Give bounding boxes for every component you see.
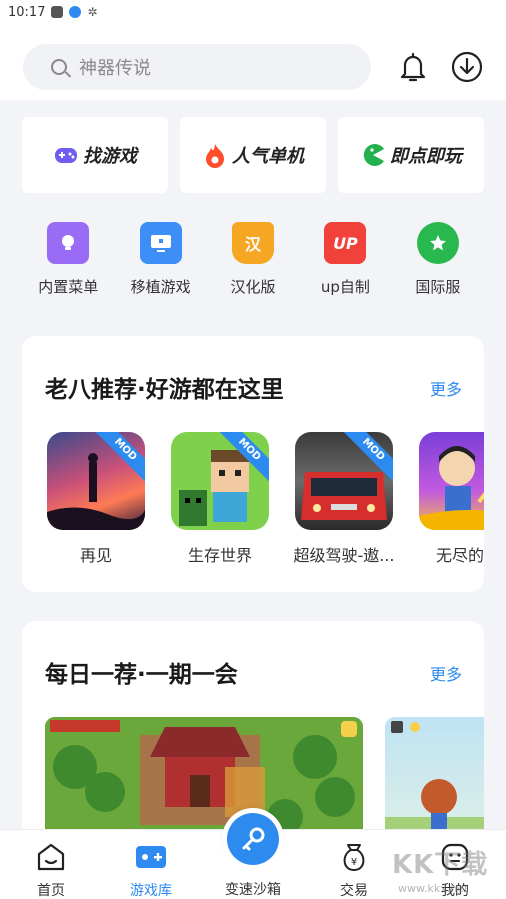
game-list: MOD 再见 MOD 生存世界 MOD 超级驾驶-遨... 无尽的生 bbox=[46, 432, 484, 566]
lightbulb-icon bbox=[47, 222, 90, 264]
up-icon: UP bbox=[324, 222, 367, 264]
quick-link-popular-offline[interactable]: 人气单机 bbox=[180, 117, 326, 193]
tab-home[interactable]: 首页 bbox=[11, 842, 91, 899]
category-international[interactable]: 国际服 bbox=[392, 222, 484, 297]
quick-link-find-games[interactable]: 找游戏 bbox=[22, 117, 168, 193]
home-icon bbox=[37, 843, 65, 871]
monitor-icon bbox=[139, 222, 182, 264]
game-thumbnail: MOD bbox=[47, 432, 145, 530]
tab-trade[interactable]: ¥ 交易 bbox=[314, 842, 394, 899]
game-item[interactable]: 无尽的生 bbox=[418, 432, 484, 566]
daily-banner[interactable] bbox=[45, 717, 363, 841]
gamepad-icon bbox=[55, 148, 77, 163]
search-icon bbox=[51, 59, 67, 75]
search-placeholder: 神器传说 bbox=[79, 58, 151, 79]
key-icon bbox=[227, 813, 279, 865]
bell-icon[interactable] bbox=[396, 50, 430, 84]
watermark-url: www.kkx.net bbox=[398, 882, 469, 895]
game-thumbnail bbox=[419, 432, 484, 530]
quick-links: 找游戏 人气单机 即点即玩 bbox=[22, 117, 484, 193]
status-bar: 10:17 ✲ bbox=[0, 0, 506, 24]
search-bar[interactable]: 神器传说 bbox=[23, 44, 371, 90]
game-library-icon bbox=[136, 846, 166, 868]
category-up-made[interactable]: UP up自制 bbox=[299, 222, 391, 297]
category-label: 移植游戏 bbox=[130, 278, 191, 296]
category-ported-games[interactable]: 移植游戏 bbox=[114, 222, 206, 297]
tab-label: 变速沙箱 bbox=[225, 882, 281, 898]
game-name: 无尽的生 bbox=[435, 546, 484, 565]
section-title: 老八推荐·好游都在这里 bbox=[45, 377, 284, 403]
gallery-notification-icon bbox=[51, 6, 64, 18]
game-thumbnail: MOD bbox=[295, 432, 393, 530]
section-title: 每日一荐·一期一会 bbox=[45, 662, 238, 688]
han-glyph: 汉 bbox=[245, 235, 262, 254]
flame-icon bbox=[206, 144, 224, 168]
more-link[interactable]: 更多 bbox=[430, 661, 462, 685]
tab-label: 交易 bbox=[340, 883, 368, 899]
header: 神器传说 bbox=[0, 24, 506, 100]
category-built-in-menu[interactable]: 内置菜单 bbox=[22, 222, 114, 297]
quick-link-label: 人气单机 bbox=[232, 146, 304, 167]
bug-notification-icon: ✲ bbox=[87, 5, 98, 19]
money-bag-icon: ¥ bbox=[343, 844, 365, 871]
game-name: 再见 bbox=[79, 546, 112, 565]
pacman-icon bbox=[363, 144, 384, 166]
daily-banner[interactable] bbox=[385, 717, 484, 841]
game-item[interactable]: MOD 再见 bbox=[46, 432, 146, 566]
quick-link-label: 即点即玩 bbox=[390, 146, 462, 167]
tab-game-library[interactable]: 游戏库 bbox=[111, 842, 191, 899]
category-label: up自制 bbox=[320, 278, 370, 296]
han-icon: 汉 bbox=[232, 222, 275, 264]
watermark-logo: KK下载 bbox=[392, 850, 489, 880]
game-name: 超级驾驶-遨... bbox=[293, 546, 395, 565]
svg-text:¥: ¥ bbox=[351, 857, 357, 868]
category-label: 内置菜单 bbox=[38, 278, 99, 296]
quick-link-instant-play[interactable]: 即点即玩 bbox=[338, 117, 484, 193]
tab-speed-sandbox[interactable] bbox=[222, 808, 284, 870]
tab-label: 游戏库 bbox=[130, 883, 172, 899]
download-notification-icon bbox=[69, 6, 82, 18]
status-time: 10:17 bbox=[8, 4, 46, 20]
recommend-section: 老八推荐·好游都在这里 更多 MOD 再见 MOD 生存世界 MOD 超级驾驶-… bbox=[22, 336, 484, 592]
category-label: 国际服 bbox=[415, 278, 461, 296]
game-thumbnail: MOD bbox=[171, 432, 269, 530]
up-glyph: UP bbox=[333, 233, 358, 253]
more-link[interactable]: 更多 bbox=[430, 376, 462, 400]
download-icon[interactable] bbox=[450, 50, 484, 84]
quick-link-label: 找游戏 bbox=[83, 146, 137, 167]
planet-icon bbox=[416, 222, 459, 264]
category-row: 内置菜单 移植游戏 汉 汉化版 UP up自制 国际服 bbox=[22, 222, 484, 297]
game-item[interactable]: MOD 超级驾驶-遨... bbox=[293, 432, 395, 566]
game-name: 生存世界 bbox=[187, 546, 252, 565]
category-chinese-version[interactable]: 汉 汉化版 bbox=[207, 222, 299, 297]
tab-label: 首页 bbox=[37, 883, 65, 899]
category-label: 汉化版 bbox=[230, 278, 276, 296]
game-item[interactable]: MOD 生存世界 bbox=[170, 432, 270, 566]
